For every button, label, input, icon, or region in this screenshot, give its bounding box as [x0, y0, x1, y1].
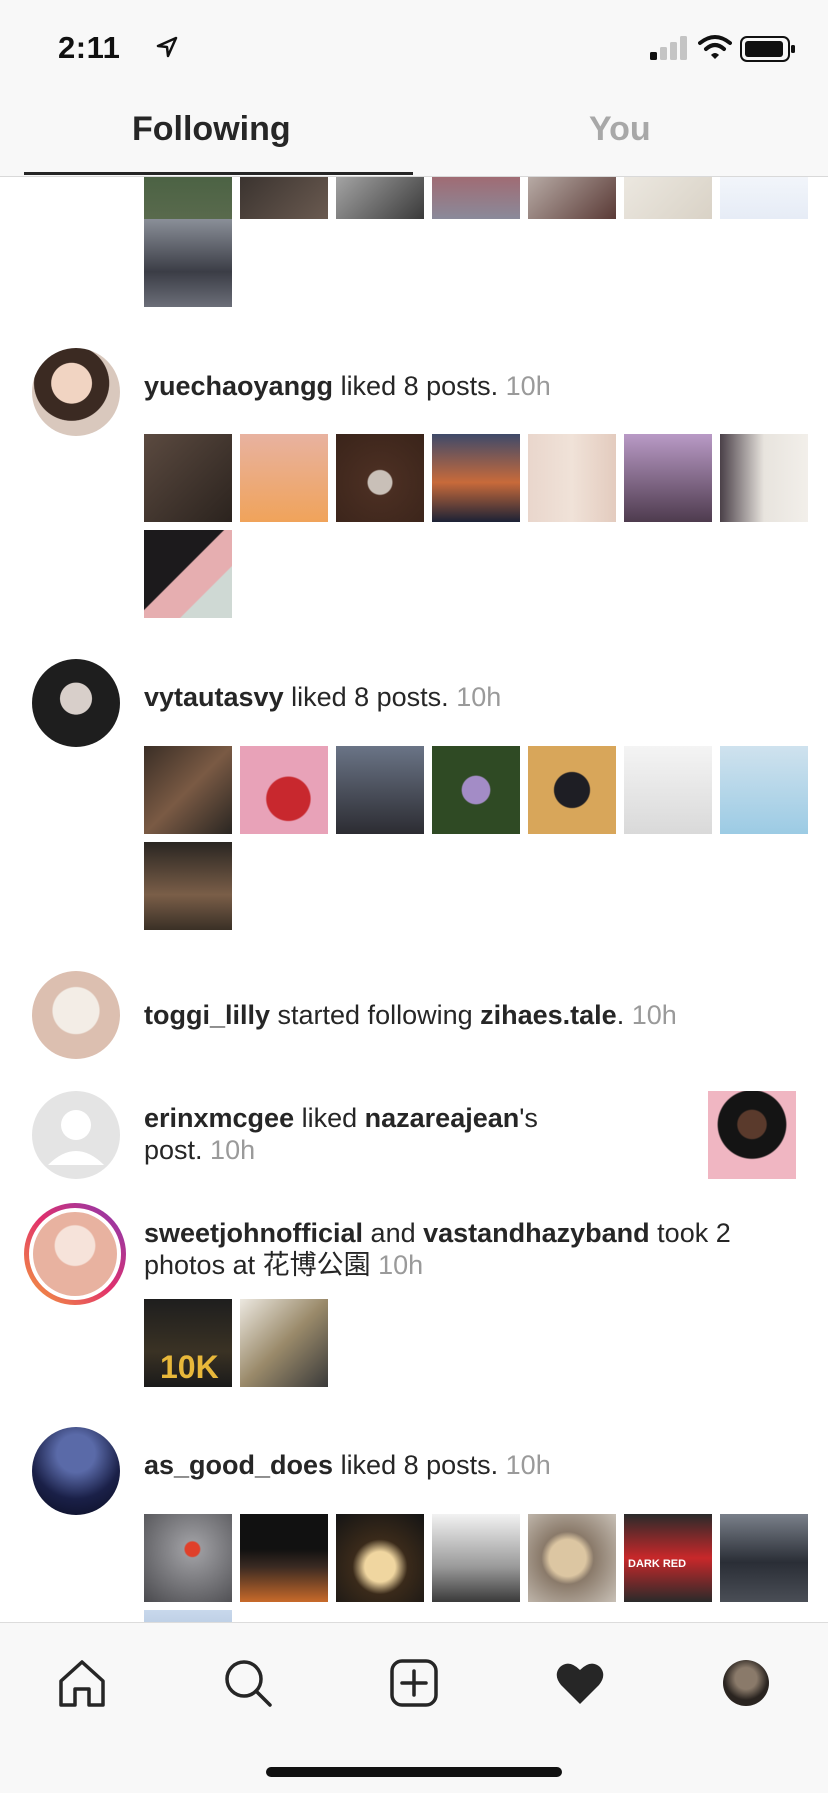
avatar-placeholder[interactable] [32, 1091, 120, 1179]
avatar-image [29, 1208, 121, 1300]
timestamp: 10h [378, 1250, 424, 1280]
battery-icon [740, 36, 795, 62]
post-thumbnail[interactable] [432, 1514, 520, 1602]
post-thumbnail[interactable] [336, 177, 424, 219]
heart-icon [556, 1663, 604, 1704]
activity-button[interactable] [550, 1653, 610, 1713]
post-thumbnail[interactable] [144, 1610, 232, 1622]
post-thumbnail[interactable] [528, 1514, 616, 1602]
add-post-icon [390, 1659, 438, 1707]
timestamp: 10h [505, 371, 551, 401]
story-avatar[interactable] [24, 1203, 126, 1305]
post-thumbnail[interactable] [240, 1299, 328, 1387]
post-thumbnail[interactable] [336, 434, 424, 522]
search-icon [225, 1660, 272, 1707]
post-thumbnail[interactable] [720, 1514, 808, 1602]
post-thumbnail[interactable] [720, 434, 808, 522]
timestamp: 10h [505, 1450, 551, 1480]
post-thumbnail[interactable] [144, 746, 232, 834]
activity-text: vytautasvy liked 8 posts. 10h [144, 682, 502, 712]
username-link[interactable]: erinxmcgee [144, 1103, 294, 1133]
wifi-icon [698, 35, 732, 59]
new-post-button[interactable] [384, 1653, 444, 1713]
post-thumbnail[interactable] [528, 746, 616, 834]
avatar[interactable] [32, 971, 120, 1059]
activity-text: toggi_lilly started following zihaes.tal… [144, 1000, 677, 1030]
activity-text: as_good_does liked 8 posts. 10h [144, 1450, 551, 1480]
username-link[interactable]: sweetjohnofficial [144, 1218, 363, 1248]
location-arrow-icon [156, 36, 178, 58]
default-user-icon [48, 1110, 104, 1165]
post-thumbnail[interactable] [144, 530, 232, 618]
username-link[interactable]: nazareajean [365, 1103, 520, 1133]
bottom-nav-bar [0, 1622, 828, 1793]
post-thumbnail[interactable] [432, 177, 520, 219]
post-thumbnail[interactable] [432, 746, 520, 834]
timestamp: 10h [631, 1000, 677, 1030]
post-thumbnail[interactable] [240, 1514, 328, 1602]
post-thumbnail[interactable] [336, 1514, 424, 1602]
home-indicator [266, 1767, 562, 1777]
active-tab-indicator [24, 172, 413, 175]
status-bar: 2:11 [0, 0, 828, 96]
post-thumbnail[interactable] [720, 177, 808, 219]
post-thumbnail[interactable]: DARK RED [624, 1514, 712, 1602]
tab-following[interactable]: Following [132, 110, 291, 149]
username-link[interactable]: vytautasvy [144, 682, 284, 712]
post-thumbnail[interactable] [240, 746, 328, 834]
activity-text: yuechaoyangg liked 8 posts. 10h [144, 371, 551, 401]
post-thumbnail[interactable] [708, 1091, 796, 1179]
post-thumbnail[interactable] [144, 842, 232, 930]
profile-button[interactable] [716, 1653, 776, 1713]
post-thumbnail[interactable] [720, 746, 808, 834]
profile-avatar [723, 1660, 769, 1706]
home-icon [59, 1660, 105, 1707]
post-thumbnail[interactable] [144, 434, 232, 522]
timestamp: 10h [456, 682, 502, 712]
post-thumbnail[interactable] [144, 177, 232, 219]
activity-tabs: Following You [0, 96, 828, 177]
post-thumbnail[interactable] [528, 434, 616, 522]
avatar[interactable] [32, 348, 120, 436]
cellular-signal-icon [650, 36, 687, 60]
post-thumbnail[interactable] [240, 177, 328, 219]
thumbnail-overlay-text: 10K [160, 1349, 219, 1385]
username-link[interactable]: toggi_lilly [144, 1000, 270, 1030]
post-thumbnail[interactable] [144, 219, 232, 307]
activity-feed[interactable]: yuechaoyangg liked 8 posts. 10h vytautas… [0, 177, 828, 1622]
activity-text: erinxmcgee liked nazareajean's post. 10h [144, 1103, 538, 1165]
search-button[interactable] [218, 1653, 278, 1713]
post-thumbnail[interactable] [624, 746, 712, 834]
post-thumbnail[interactable] [336, 746, 424, 834]
post-thumbnail[interactable] [144, 1514, 232, 1602]
post-thumbnail[interactable]: 10K [144, 1299, 232, 1387]
post-thumbnail[interactable] [624, 434, 712, 522]
username-link[interactable]: as_good_does [144, 1450, 333, 1480]
username-link[interactable]: vastandhazyband [423, 1218, 650, 1248]
post-thumbnail[interactable] [432, 434, 520, 522]
tab-you[interactable]: You [589, 110, 651, 149]
activity-text: sweetjohnofficial and vastandhazyband to… [144, 1218, 731, 1280]
username-link[interactable]: zihaes.tale [480, 1000, 617, 1030]
timestamp: 10h [210, 1135, 256, 1165]
home-button[interactable] [52, 1653, 112, 1713]
status-time: 2:11 [58, 30, 121, 65]
post-thumbnail[interactable] [528, 177, 616, 219]
post-thumbnail[interactable] [624, 177, 712, 219]
username-link[interactable]: yuechaoyangg [144, 371, 333, 401]
post-thumbnail[interactable] [240, 434, 328, 522]
avatar[interactable] [32, 1427, 120, 1515]
avatar[interactable] [32, 659, 120, 747]
thumbnail-overlay-text: DARK RED [628, 1558, 687, 1570]
